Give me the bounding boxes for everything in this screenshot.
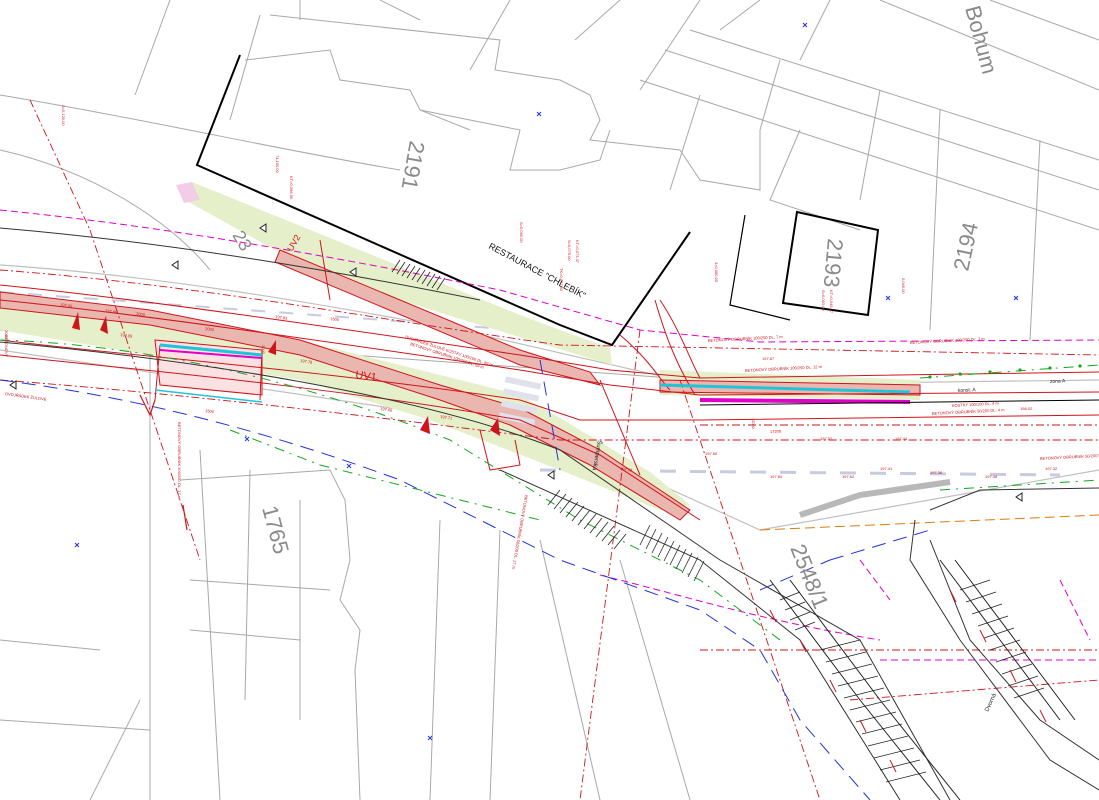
spot-19: 197.44: [895, 436, 908, 441]
spot-18: 197.52: [820, 436, 833, 441]
spot-16: 197.41: [880, 466, 893, 471]
spot-17: 197.36: [930, 470, 943, 475]
level-7: 74,100.00: [275, 155, 280, 174]
street-dvorna: Dvorná: [984, 692, 998, 713]
level-1: TK=0,077.50: [559, 268, 564, 292]
spot-10: 197.60: [770, 474, 783, 479]
level-3: KT=0,073.47: [575, 240, 580, 264]
curb-label-3: BETONOVÝ OBRUBNÍK 100/250 DL. 17 m: [177, 422, 182, 500]
level-10: 0,040.00: [901, 278, 906, 294]
dim-7: 1500: [205, 408, 215, 414]
small-structure: [729, 214, 791, 321]
parcel-2193: 2193: [819, 238, 848, 289]
level-8: S=0,053.00: [821, 290, 826, 311]
dim-5: 17200: [770, 429, 782, 434]
dim-8: 2000: [751, 420, 756, 430]
dim-4: 1500: [330, 316, 340, 322]
arrow-down-2: [182, 504, 188, 531]
dim-6: 3000: [4, 330, 9, 340]
spot-15: 198.02: [1020, 406, 1033, 411]
spot-9: 197.50: [705, 451, 718, 456]
construction-label: konst. A: [958, 387, 977, 394]
site-plan-drawing: 2191 2193 2194 1765 2548/1 23 Bohum REST…: [0, 0, 1099, 800]
curb-label-7: BETONOVÝ OBRUBNÍK 100/250 DL. 3 m: [910, 336, 986, 345]
arrow-down: [139, 394, 156, 417]
street-name: Bohum: [960, 3, 1002, 77]
black-road-line-5: [929, 487, 1099, 511]
level-6: KT=0,096.99: [289, 176, 294, 200]
curb-label-12: BETONOVÝ OBRUBNÍK 50/200 DL. 2 m: [1040, 452, 1099, 461]
level-11: S=0,120.00: [61, 105, 66, 126]
spot-6: 197.65: [380, 406, 394, 413]
parcel-1765: 1765: [257, 503, 294, 557]
spot-13: 197.32: [1045, 466, 1058, 471]
orange-dashed-line: [759, 514, 1099, 531]
curb-label-4: DVOJŘÁDEK ŽULOVÉ: [5, 391, 47, 402]
parcel-2194: 2194: [948, 220, 983, 273]
spot-11: 197.62: [842, 474, 855, 479]
spot-14: 197.87: [762, 356, 775, 361]
level-9: KT=0,049.27: [829, 290, 834, 314]
cadastral-lines: [0, 0, 1099, 800]
curb-label-10: BETONOVÝ OBRUBNÍK 100/250 DL. 12 m: [745, 364, 823, 373]
level-4: S=0,090.00: [519, 222, 524, 243]
parcel-2191: 2191: [397, 139, 430, 192]
level-5: 4=0,080.00: [714, 262, 719, 283]
curb-label-5: BETONOVÝ OBRUBNÍK 50/200 DL. 27 m: [511, 495, 529, 570]
spot-12: 197.48: [985, 474, 998, 479]
curb-label-8: BETONOVÝ OBRUBNÍK 50/200 DL. 4 m: [932, 407, 1005, 416]
level-2: S=0,075.00: [567, 240, 572, 261]
zone-label: zona A: [1050, 378, 1066, 385]
green-markers: [928, 364, 1082, 379]
dim-3: 2000: [261, 345, 266, 355]
